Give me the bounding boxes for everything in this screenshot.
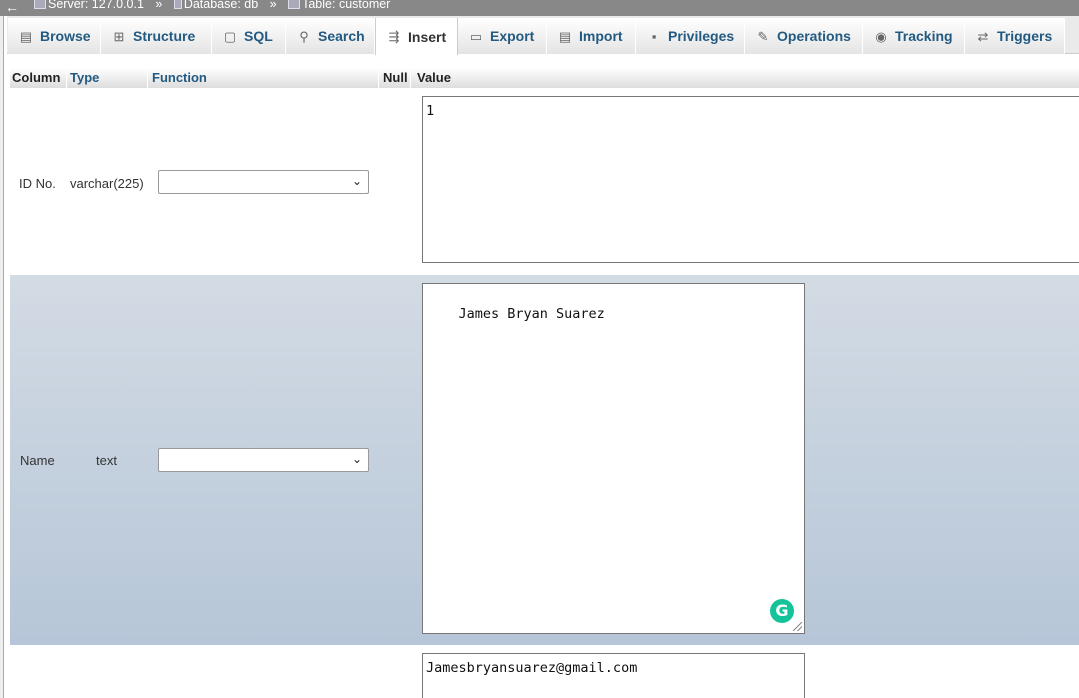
breadcrumb-database[interactable]: Database: db (184, 0, 258, 11)
export-icon: ▭ (469, 28, 483, 44)
tab-label: Privileges (668, 28, 735, 44)
table-row: Jamesbryansuarez@gmail.com (10, 646, 1079, 698)
structure-icon: ⊞ (113, 28, 125, 44)
tab-privileges[interactable]: ▪ Privileges (636, 18, 745, 54)
table-icon (288, 0, 301, 9)
back-arrow-icon[interactable]: ← (5, 0, 19, 15)
column-type: varchar(225) (70, 176, 144, 191)
table-header: Column Type Function Null Value (10, 68, 1079, 88)
breadcrumb-server[interactable]: Server: 127.0.0.1 (48, 0, 144, 11)
tab-label: Browse (40, 28, 91, 44)
header-value: Value (411, 68, 1079, 88)
insert-icon: ⇶ (388, 29, 400, 44)
column-name: ID No. (19, 176, 56, 191)
tab-operations[interactable]: ✎ Operations (745, 18, 863, 54)
tab-browse[interactable]: ▤ Browse (8, 18, 101, 54)
sql-icon: ▢ (223, 28, 237, 44)
tab-import[interactable]: ▤ Import (547, 18, 636, 54)
chevron-down-icon: ⌄ (351, 452, 362, 466)
header-null: Null (379, 68, 410, 88)
column-type: text (96, 453, 117, 468)
value-textarea[interactable]: James Bryan Suarez (422, 283, 805, 634)
tab-tracking[interactable]: ◉ Tracking (863, 18, 965, 54)
table-row: Name text ⌄ James Bryan Suarez G (10, 275, 1079, 645)
breadcrumb-table[interactable]: Table: customer (302, 0, 390, 11)
search-icon: ⚲ (299, 28, 309, 44)
browse-icon: ▤ (19, 28, 33, 44)
tab-label: Triggers (997, 28, 1053, 44)
privileges-icon: ▪ (651, 28, 657, 44)
header-column: Column (10, 68, 66, 88)
wrench-icon: ✎ (757, 28, 769, 44)
value-textarea[interactable]: Jamesbryansuarez@gmail.com (422, 653, 805, 698)
header-function[interactable]: Function (148, 68, 378, 88)
tab-label: Tracking (895, 28, 953, 44)
breadcrumb-separator: » (155, 0, 163, 11)
resize-grip-icon[interactable] (793, 622, 802, 631)
tab-insert[interactable]: ⇶ Insert (375, 18, 458, 55)
breadcrumb: ← Server: 127.0.0.1 » Database: db » Tab… (0, 0, 1079, 16)
eye-icon: ◉ (875, 28, 887, 44)
value-textarea[interactable]: 1 (422, 96, 1079, 263)
tab-bar: ▤ Browse ⊞ Structure ▢ SQL ⚲ Search ⇶ Insert … (7, 16, 1079, 55)
tab-label: Search (318, 28, 365, 44)
function-select[interactable]: ⌄ (158, 170, 369, 194)
frame-left-edge (0, 16, 4, 698)
server-icon (34, 0, 46, 9)
column-name: Name (20, 453, 55, 468)
tab-structure[interactable]: ⊞ Structure (101, 18, 212, 54)
function-select[interactable]: ⌄ (158, 448, 369, 472)
tab-search[interactable]: ⚲ Search (286, 18, 375, 54)
value-text: James Bryan Suarez (458, 306, 605, 322)
tab-label: Import (579, 28, 623, 44)
import-icon: ▤ (558, 28, 572, 44)
triggers-icon: ⇄ (977, 28, 989, 44)
tab-triggers[interactable]: ⇄ Triggers (965, 18, 1065, 54)
database-icon (173, 0, 182, 9)
header-type[interactable]: Type (67, 68, 147, 88)
tab-label: Export (490, 28, 535, 44)
tab-label: Insert (408, 28, 447, 45)
tab-export[interactable]: ▭ Export (458, 18, 547, 54)
breadcrumb-separator: » (269, 0, 277, 11)
tab-label: SQL (244, 28, 273, 44)
chevron-down-icon: ⌄ (351, 174, 362, 188)
tab-label: Structure (133, 28, 196, 44)
tab-sql[interactable]: ▢ SQL (212, 18, 286, 54)
tab-label: Operations (777, 28, 851, 44)
table-row: ID No. varchar(225) ⌄ 1 (10, 90, 1079, 274)
grammarly-icon[interactable]: G (770, 599, 794, 623)
